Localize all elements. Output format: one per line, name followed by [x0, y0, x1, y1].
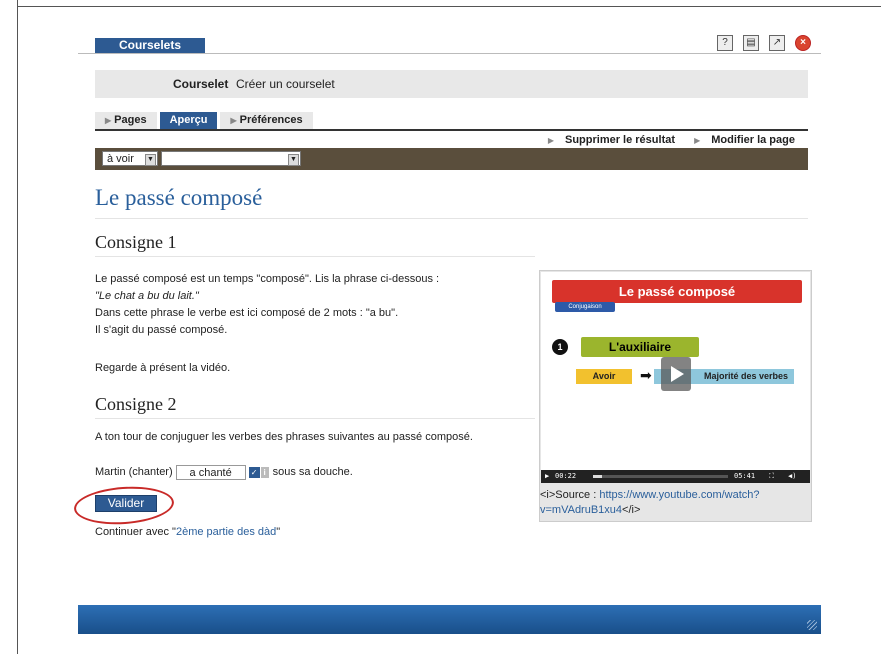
- courselets-window: Courselets ? ▤ ↗ × Courselet Créer un co…: [72, 22, 821, 634]
- divider: [95, 218, 808, 219]
- volume-icon[interactable]: ◀): [788, 470, 796, 483]
- screen-frame-top: [17, 6, 881, 7]
- check-icon[interactable]: ✓: [248, 467, 260, 478]
- seek-bar-fill: [593, 475, 602, 478]
- chevron-down-icon: ▼: [288, 154, 299, 166]
- tab-pages[interactable]: ▶ Pages: [95, 112, 157, 129]
- video-slide-tag: Conjugaison: [555, 302, 615, 312]
- continue-suffix: ": [276, 526, 281, 538]
- consigne-1-line-1: Le passé composé est un temps "composé".…: [95, 273, 440, 285]
- continue-line: Continuer avec "2ème partie des dàd": [95, 524, 280, 541]
- top-icons: ? ▤ ↗ ×: [717, 35, 811, 51]
- exercise-sentence: Martin (chanter) a chanté ✓ i sous sa do…: [95, 464, 353, 481]
- video-player[interactable]: Le passé composé Conjugaison 1 L'auxilia…: [541, 272, 810, 482]
- consigne-1-line-2: "Le chat a bu du lait.": [95, 290, 199, 302]
- consigne-1-heading: Consigne 1: [95, 232, 177, 252]
- video-source: <i>Source : https://www.youtube.com/watc…: [540, 488, 811, 518]
- source-prefix: <i>Source :: [540, 489, 600, 501]
- chevron-down-icon: ▼: [145, 154, 156, 166]
- tab-bar: ▶ Pages Aperçu ▶ Préférences: [95, 112, 316, 129]
- screen-frame-left: [17, 0, 18, 654]
- top-bar: Courselets ? ▤ ↗ ×: [78, 22, 821, 54]
- filter-select[interactable]: à voir ▼: [102, 151, 158, 166]
- consigne-1-line-3: Dans cette phrase le verbe est ici compo…: [95, 307, 399, 319]
- popup-icon[interactable]: ↗: [769, 35, 785, 51]
- subnav-current: Courselet: [173, 77, 229, 91]
- close-icon[interactable]: ×: [795, 35, 811, 51]
- tab-preferences[interactable]: ▶ Préférences: [220, 112, 313, 129]
- tab-arrow-icon: ▶: [230, 116, 237, 125]
- sentence-before: Martin (chanter): [95, 466, 173, 478]
- page-select[interactable]: ▼: [161, 151, 301, 166]
- tab-label: Préférences: [239, 114, 303, 126]
- source-suffix: </i>: [622, 504, 641, 516]
- play-button[interactable]: ▶: [545, 470, 549, 483]
- video-duration: 05:41: [734, 472, 756, 480]
- edit-page-label: Modifier la page: [711, 134, 795, 146]
- continue-prefix: Continuer avec ": [95, 526, 176, 538]
- consigne-2-instruction: A ton tour de conjuguer les verbes des p…: [95, 431, 473, 443]
- resize-grip-icon[interactable]: [807, 620, 817, 630]
- video-avoir-label: Avoir: [576, 369, 632, 384]
- create-courselet-link[interactable]: Créer un courselet: [236, 70, 335, 98]
- continue-link[interactable]: 2ème partie des dàd: [176, 526, 276, 538]
- validate-button[interactable]: Valider: [95, 495, 157, 512]
- edit-page-link[interactable]: ▶ Modifier la page: [686, 134, 795, 146]
- arrow-icon: ▶: [547, 136, 554, 145]
- consigne-2-heading: Consigne 2: [95, 394, 177, 414]
- divider: [95, 256, 535, 257]
- video-step-number: 1: [552, 339, 568, 355]
- play-icon[interactable]: [661, 357, 691, 391]
- consigne-1-line-5: Regarde à présent la vidéo.: [95, 362, 231, 374]
- arrow-icon: ▶: [694, 136, 701, 145]
- action-bar: ▶ Supprimer le résultat ▶ Modifier la page: [95, 129, 808, 150]
- delete-result-link[interactable]: ▶ Supprimer le résultat: [540, 134, 675, 146]
- answer-input[interactable]: a chanté: [175, 465, 246, 480]
- tab-apercu[interactable]: Aperçu: [159, 112, 218, 129]
- divider: [95, 418, 535, 419]
- current-time: 00:22: [555, 472, 577, 480]
- sentence-after: sous sa douche.: [272, 466, 353, 478]
- help-icon[interactable]: ?: [717, 35, 733, 51]
- consigne-1-line-4: Il s'agit du passé composé.: [95, 324, 228, 336]
- print-icon[interactable]: ▤: [743, 35, 759, 51]
- video-panel: Le passé composé Conjugaison 1 L'auxilia…: [539, 270, 812, 522]
- footer-bar: [78, 605, 821, 634]
- page-title: Le passé composé: [95, 185, 263, 210]
- arrow-right-icon: ➡: [640, 367, 652, 383]
- video-controls: ▶ 00:22 05:41 ⛶ ◀): [541, 470, 810, 483]
- seek-bar[interactable]: [593, 475, 728, 478]
- tab-arrow-icon: ▶: [105, 116, 112, 125]
- fullscreen-icon[interactable]: ⛶: [769, 470, 774, 483]
- delete-result-label: Supprimer le résultat: [564, 134, 676, 146]
- info-icon[interactable]: i: [260, 467, 269, 478]
- video-slide-title: Le passé composé: [552, 280, 802, 303]
- selector-bar: à voir ▼ ▼: [95, 148, 808, 170]
- tab-label: Aperçu: [169, 114, 208, 126]
- sub-navigation: Courselet Créer un courselet: [95, 70, 808, 98]
- video-step-title: L'auxiliaire: [581, 337, 699, 357]
- brand-tab[interactable]: Courselets: [95, 38, 205, 53]
- filter-select-value: à voir: [107, 153, 134, 165]
- tab-label: Pages: [114, 114, 147, 126]
